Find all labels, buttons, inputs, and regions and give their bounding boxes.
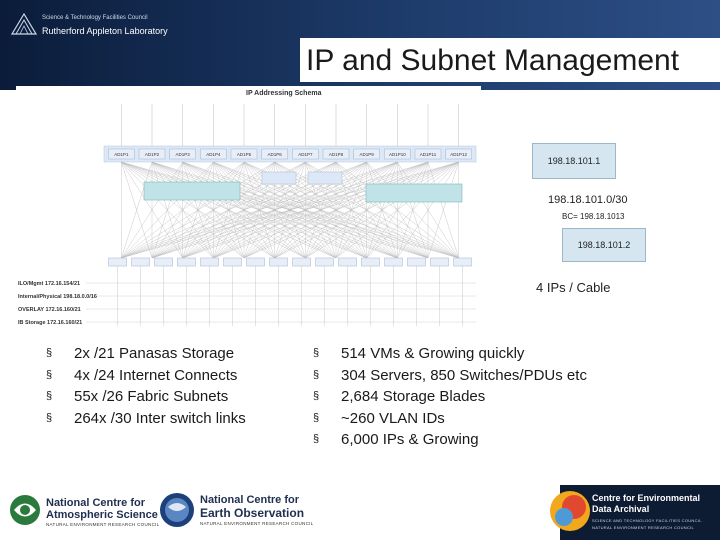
switch-label: AD1P6: [268, 152, 283, 157]
switch-label: AD1P4: [206, 152, 221, 157]
ceda-globe-icon: [550, 491, 590, 531]
ceda-footer-panel: Centre for Environmental Data Archival S…: [550, 485, 720, 540]
left-bullet-item: § 2x /21 Panasas Storage: [46, 343, 246, 365]
broadcast-label: BC= 198.18.1013: [562, 212, 625, 221]
left-bullet-text: 55x /26 Fabric Subnets: [74, 388, 229, 406]
mid-node-2: [307, 171, 343, 185]
nceo-name-line1: National Centre for: [200, 494, 300, 506]
leaf-node: [177, 257, 196, 267]
stfc-logo-icon: [10, 12, 38, 35]
ceda-sub-2: NATURAL ENVIRONMENT RESEARCH COUNCIL: [592, 525, 695, 530]
ncas-name-line1: National Centre for: [46, 497, 146, 509]
leaf-node: [223, 257, 242, 267]
right-bullet-item: § 6,000 IPs & Growing: [313, 429, 587, 451]
ip-callout-1: 198.18.101.1: [532, 143, 616, 179]
right-bullet-item: § 304 Servers, 850 Switches/PDUs etc: [313, 365, 587, 387]
leaf-node: [361, 257, 380, 267]
diagram-title: IP Addressing Schema: [246, 90, 322, 97]
leaf-node: [315, 257, 334, 267]
ncas-sub: NATURAL ENVIRONMENT RESEARCH COUNCIL: [46, 522, 160, 527]
leaf-node: [108, 257, 127, 267]
leaf-node: [246, 257, 265, 267]
leaf-node: [200, 257, 219, 267]
bullet-marker-icon: §: [46, 347, 53, 359]
leaf-node: [453, 257, 472, 267]
ips-per-cable-label: 4 IPs / Cable: [536, 280, 611, 295]
switch-label: AD1P7: [298, 152, 313, 157]
org-name-line2: Rutherford Appleton Laboratory: [42, 26, 168, 36]
switch-label: AD1P2: [145, 152, 160, 157]
switch-label: AD1P10: [389, 152, 406, 157]
bullet-marker-icon: §: [313, 368, 320, 381]
network-label: OVERLAY 172.16.160/21: [18, 307, 81, 313]
leaf-node: [269, 257, 288, 267]
left-bullet-item: § 4x /24 Internet Connects: [46, 365, 246, 387]
leaf-node: [407, 257, 426, 267]
org-name-line1: Science & Technology Facilities Council: [42, 15, 148, 21]
ip-callout-2: 198.18.101.2: [562, 228, 646, 262]
leaf-node: [430, 257, 449, 267]
bullet-marker-icon: §: [46, 390, 53, 403]
leaf-node: [154, 257, 173, 267]
leaf-node: [338, 257, 357, 267]
network-label: Internal/Physical 198.18.0.0/16: [18, 294, 97, 300]
nceo-sub: NATURAL ENVIRONMENT RESEARCH COUNCIL: [200, 521, 314, 526]
bullet-marker-icon: §: [46, 368, 53, 381]
leaf-node: [292, 257, 311, 267]
nceo-name-line2: Earth Observation: [200, 506, 305, 520]
switch-label: AD1P12: [450, 152, 467, 157]
right-bullet-text: 304 Servers, 850 Switches/PDUs etc: [341, 366, 587, 384]
right-bullet-text: 2,684 Storage Blades: [341, 388, 486, 406]
bullet-marker-icon: §: [313, 390, 320, 403]
switch-label: AD1P9: [360, 152, 375, 157]
subnet-label: 198.18.101.0/30: [548, 194, 628, 206]
right-bullet-item: § ~260 VLAN IDs: [313, 408, 587, 430]
network-label: ILO/Mgmt 172.16.154/21: [18, 281, 80, 287]
nceo-logo-icon: [160, 493, 194, 527]
switch-label: AD1P11: [420, 152, 437, 157]
left-bullet-item: § 264x /30 Inter switch links: [46, 408, 246, 430]
right-bullet-text: ~260 VLAN IDs: [341, 409, 445, 427]
leaf-node: [131, 257, 150, 267]
left-bullet-text: 2x /21 Panasas Storage: [74, 345, 235, 362]
aggregation-box-left: [143, 181, 241, 201]
bullet-list-left: § 2x /21 Panasas Storage § 4x /24 Internet …: [46, 343, 246, 429]
aggregation-box-right: [365, 183, 463, 203]
bullet-marker-icon: §: [313, 433, 320, 446]
right-bullet-text: 6,000 IPs & Growing: [341, 431, 479, 449]
right-bullet-text: 514 VMs & Growing quickly: [341, 345, 525, 362]
ceda-sub-1: SCIENCE AND TECHNOLOGY FACILITIES COUNCI…: [592, 518, 702, 523]
ip-addressing-diagram: IP Addressing Schema AD1P1 AD1P2 AD1P3 AD1P…: [16, 86, 481, 332]
network-label: IB Storage 172.16.160/21: [18, 320, 82, 326]
left-bullet-text: 264x /30 Inter switch links: [74, 409, 246, 427]
page-title: IP and Subnet Management: [306, 44, 680, 77]
bullet-marker-icon: §: [46, 411, 53, 424]
switch-label: AD1P8: [329, 152, 344, 157]
ceda-name-line1: Centre for Environmental: [592, 493, 701, 503]
leaf-node: [384, 257, 403, 267]
switch-label: AD1P1: [114, 152, 129, 157]
right-bullet-item: § 2,684 Storage Blades: [313, 386, 587, 408]
ceda-name-line2: Data Archival: [592, 504, 650, 514]
ncas-name-line2: Atmospheric Science: [46, 509, 158, 521]
switch-label: AD1P5: [237, 152, 252, 157]
left-bullet-item: § 55x /26 Fabric Subnets: [46, 386, 246, 408]
ncas-logo-icon: [10, 495, 40, 525]
bullet-marker-icon: §: [313, 411, 320, 424]
right-bullet-item: § 514 VMs & Growing quickly: [313, 343, 587, 365]
mid-node-1: [261, 171, 297, 185]
bullet-marker-icon: §: [313, 347, 320, 359]
bullet-list-right: § 514 VMs & Growing quickly § 304 Servers, …: [313, 343, 587, 451]
left-bullet-text: 4x /24 Internet Connects: [74, 366, 238, 384]
switch-label: AD1P3: [176, 152, 191, 157]
